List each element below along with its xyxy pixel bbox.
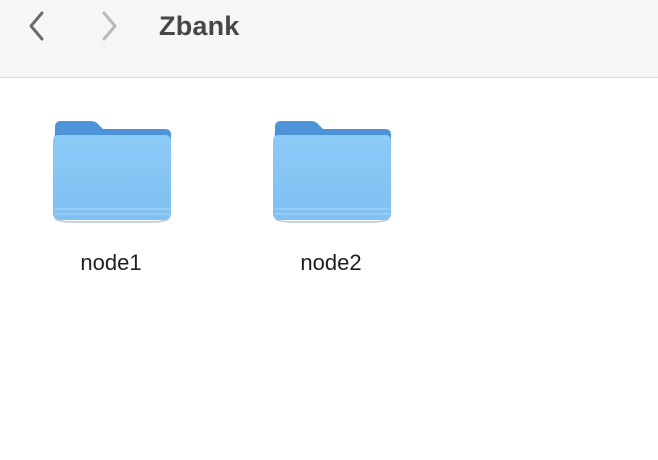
folder-item-node1[interactable]: node1 <box>31 117 191 287</box>
folder-label: node1 <box>80 250 142 275</box>
back-button[interactable] <box>20 9 54 43</box>
toolbar: Zbank <box>0 0 658 78</box>
file-browser-content: node1 node2 <box>0 79 658 460</box>
folder-icon <box>273 121 391 223</box>
window-title: Zbank <box>159 11 240 41</box>
folder-item-node2[interactable]: node2 <box>251 117 411 287</box>
forward-button[interactable] <box>92 9 126 43</box>
chevron-left-icon <box>29 11 44 41</box>
chevron-right-icon <box>102 11 117 41</box>
finder-window: Zbank node1 node2 <box>0 0 658 460</box>
folder-label: node2 <box>300 250 362 275</box>
folder-icon <box>53 121 171 223</box>
